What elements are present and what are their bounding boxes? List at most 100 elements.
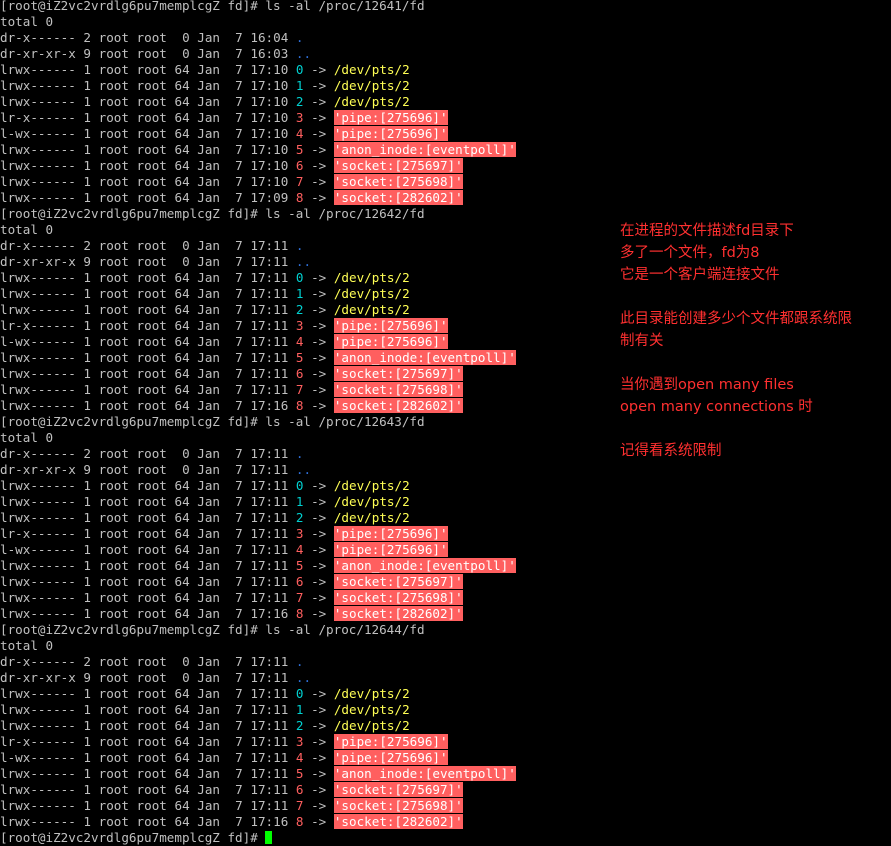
fd-entry-row: lrwx------ 1 root root 64 Jan 7 17:16 8 …: [0, 398, 600, 414]
shell-prompt-line: [root@iZ2vc2vrdlg6pu7memplcgZ fd]# ls -a…: [0, 622, 600, 638]
time: 17:11: [250, 734, 289, 749]
month: Jan: [197, 382, 220, 397]
fd-number: 6: [295, 366, 304, 381]
group: root: [136, 94, 167, 109]
link-target: /dev/pts/2: [333, 718, 410, 733]
month: Jan: [197, 350, 220, 365]
dir-entry-row: dr-x------ 2 root root 0 Jan 7 16:04 .: [0, 30, 600, 46]
permissions: l-wx------: [0, 334, 76, 349]
link-target-highlighted: 'pipe:[275696]': [333, 126, 448, 141]
file-size: 0: [174, 446, 190, 461]
permissions: lrwx------: [0, 366, 76, 381]
link-count: 1: [83, 382, 92, 397]
fd-entry-row: lrwx------ 1 root root 64 Jan 7 17:10 6 …: [0, 158, 600, 174]
dir-name: ..: [295, 254, 312, 269]
file-size: 64: [174, 158, 190, 173]
month: Jan: [197, 62, 220, 77]
link-arrow: ->: [311, 558, 327, 573]
link-target-highlighted: 'anon_inode:[eventpoll]': [333, 350, 516, 365]
file-size: 0: [174, 30, 190, 45]
time: 17:11: [250, 782, 289, 797]
file-size: 0: [174, 654, 190, 669]
fd-number: 7: [295, 590, 304, 605]
command-text: [root@iZ2vc2vrdlg6pu7memplcgZ fd]# ls -a…: [0, 414, 425, 429]
fd-entry-row: lr-x------ 1 root root 64 Jan 7 17:10 3 …: [0, 110, 600, 126]
link-target-highlighted: 'pipe:[275696]': [333, 526, 448, 541]
permissions: lr-x------: [0, 318, 76, 333]
owner: root: [98, 366, 129, 381]
file-size: 0: [174, 46, 190, 61]
annotation-notes: 在进程的文件描述fd目录下 多了一个文件，fd为8 它是一个客户端连接文件 此目录能创…: [620, 220, 888, 462]
permissions: dr-xr-xr-x: [0, 46, 76, 61]
link-target-highlighted: 'anon_inode:[eventpoll]': [333, 766, 516, 781]
permissions: lr-x------: [0, 110, 76, 125]
link-count: 1: [83, 494, 92, 509]
link-count: 1: [83, 302, 92, 317]
permissions: lrwx------: [0, 350, 76, 365]
terminal-output[interactable]: [root@iZ2vc2vrdlg6pu7memplcgZ fd]# ls -a…: [0, 0, 600, 846]
fd-entry-row: lrwx------ 1 root root 64 Jan 7 17:11 6 …: [0, 782, 600, 798]
fd-number: 0: [295, 686, 304, 701]
month: Jan: [197, 766, 220, 781]
day: 7: [227, 510, 243, 525]
month: Jan: [197, 158, 220, 173]
file-size: 64: [174, 110, 190, 125]
fd-number: 0: [295, 270, 304, 285]
owner: root: [98, 798, 129, 813]
time: 17:11: [250, 670, 289, 685]
dir-entry-row: dr-xr-xr-x 9 root root 0 Jan 7 17:11 ..: [0, 462, 600, 478]
shell-prompt-line[interactable]: [root@iZ2vc2vrdlg6pu7memplcgZ fd]#: [0, 830, 600, 846]
owner: root: [98, 462, 129, 477]
total-line: total 0: [0, 222, 600, 238]
link-target: /dev/pts/2: [333, 478, 410, 493]
group: root: [136, 46, 167, 61]
day: 7: [227, 670, 243, 685]
month: Jan: [197, 558, 220, 573]
time: 17:11: [250, 558, 289, 573]
link-count: 1: [83, 478, 92, 493]
fd-number: 4: [295, 126, 304, 141]
month: Jan: [197, 702, 220, 717]
fd-entry-row: lrwx------ 1 root root 64 Jan 7 17:10 2 …: [0, 94, 600, 110]
month: Jan: [197, 750, 220, 765]
time: 17:11: [250, 382, 289, 397]
fd-entry-row: lrwx------ 1 root root 64 Jan 7 17:11 0 …: [0, 270, 600, 286]
permissions: lrwx------: [0, 766, 76, 781]
permissions: dr-xr-xr-x: [0, 670, 76, 685]
link-count: 1: [83, 766, 92, 781]
link-count: 1: [83, 750, 92, 765]
group: root: [136, 510, 167, 525]
time: 17:11: [250, 654, 289, 669]
fd-number: 8: [295, 814, 304, 829]
day: 7: [227, 318, 243, 333]
link-arrow: ->: [311, 718, 327, 733]
fd-number: 4: [295, 750, 304, 765]
month: Jan: [197, 174, 220, 189]
link-count: 1: [83, 590, 92, 605]
permissions: dr-x------: [0, 30, 76, 45]
file-size: 0: [174, 670, 190, 685]
fd-number: 0: [295, 62, 304, 77]
file-size: 64: [174, 478, 190, 493]
month: Jan: [197, 606, 220, 621]
fd-entry-row: lr-x------ 1 root root 64 Jan 7 17:11 3 …: [0, 734, 600, 750]
permissions: lrwx------: [0, 702, 76, 717]
file-size: 64: [174, 78, 190, 93]
time: 17:11: [250, 686, 289, 701]
command-text: [root@iZ2vc2vrdlg6pu7memplcgZ fd]# ls -a…: [0, 622, 425, 637]
fd-entry-row: lrwx------ 1 root root 64 Jan 7 17:11 6 …: [0, 574, 600, 590]
fd-entry-row: l-wx------ 1 root root 64 Jan 7 17:11 4 …: [0, 334, 600, 350]
owner: root: [98, 94, 129, 109]
link-arrow: ->: [311, 574, 327, 589]
owner: root: [98, 606, 129, 621]
day: 7: [227, 718, 243, 733]
link-target-highlighted: 'anon_inode:[eventpoll]': [333, 558, 516, 573]
link-arrow: ->: [311, 174, 327, 189]
permissions: lrwx------: [0, 478, 76, 493]
permissions: dr-x------: [0, 446, 76, 461]
link-count: 1: [83, 606, 92, 621]
permissions: dr-x------: [0, 654, 76, 669]
link-target-highlighted: 'socket:[275697]': [333, 158, 463, 173]
fd-number: 1: [295, 494, 304, 509]
month: Jan: [197, 718, 220, 733]
